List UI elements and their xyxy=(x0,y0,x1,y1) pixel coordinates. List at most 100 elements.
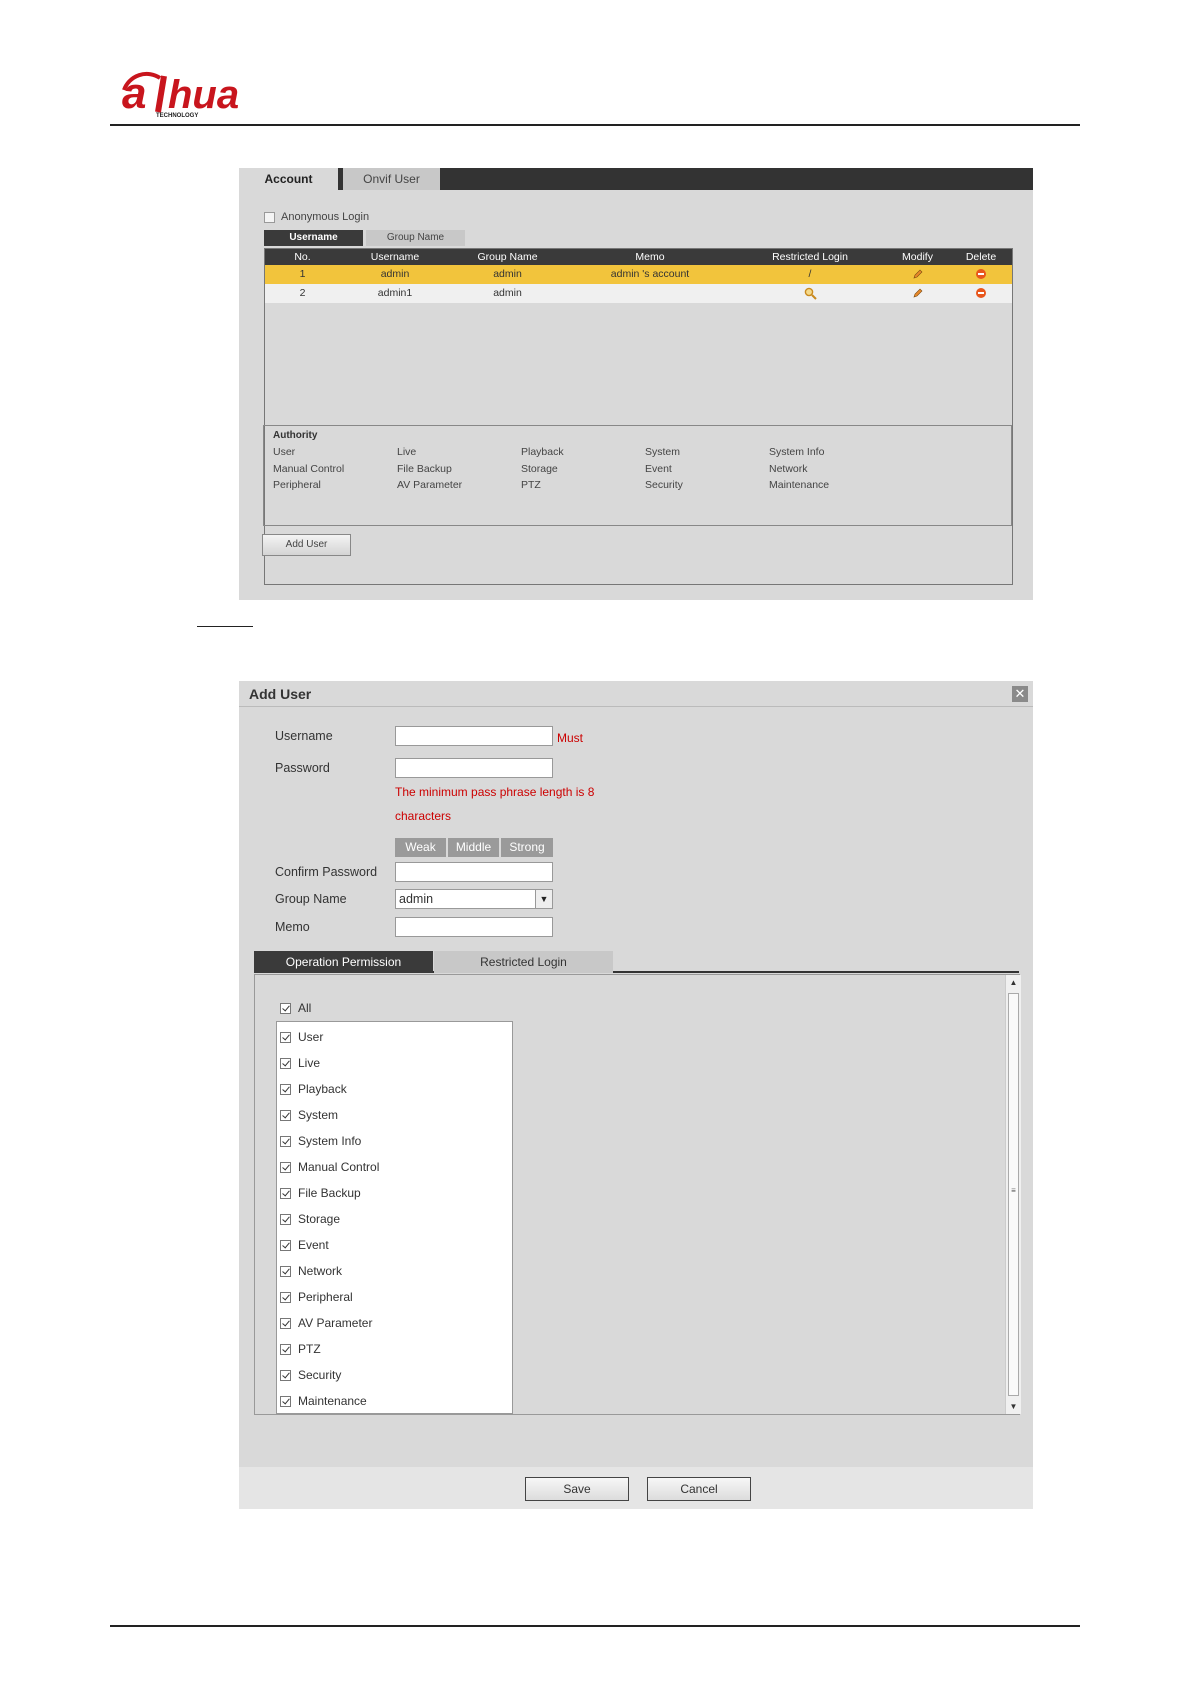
dialog-title: Add User xyxy=(249,686,312,702)
password-label: Password xyxy=(275,761,330,775)
checkbox-checked-icon[interactable] xyxy=(280,1031,291,1043)
authority-item: Playback xyxy=(521,446,564,458)
confirm-password-input[interactable] xyxy=(395,862,553,882)
permission-all-row[interactable]: All xyxy=(280,1001,311,1015)
add-user-button[interactable]: Add User xyxy=(262,534,351,556)
permission-item[interactable]: User xyxy=(280,1030,323,1044)
close-icon[interactable]: ✕ xyxy=(1012,686,1028,702)
cancel-button[interactable]: Cancel xyxy=(647,1477,751,1501)
password-input[interactable] xyxy=(395,758,553,778)
group-name-value: admin xyxy=(399,892,434,906)
permission-item[interactable]: PTZ xyxy=(280,1342,321,1356)
cell-restricted: / xyxy=(808,268,812,280)
anonymous-login-checkbox[interactable] xyxy=(264,211,275,223)
authority-item: AV Parameter xyxy=(397,479,463,491)
delete-icon[interactable] xyxy=(950,265,1012,284)
logo-subtext: TECHNOLOGY xyxy=(156,113,198,119)
permission-label: Security xyxy=(298,1368,342,1382)
permission-item[interactable]: Network xyxy=(280,1264,342,1278)
dropdown-arrow-icon[interactable]: ▼ xyxy=(535,890,552,908)
step-underline xyxy=(197,626,253,627)
tab-operation-permission[interactable]: Operation Permission xyxy=(254,951,433,973)
cell-memo: admin 's account xyxy=(610,268,690,280)
authority-item: System xyxy=(645,446,681,458)
strength-strong: Strong xyxy=(501,838,553,857)
permission-all-label: All xyxy=(298,1001,312,1015)
permission-item[interactable]: Playback xyxy=(280,1082,347,1096)
logo-wordmark: hua xyxy=(168,73,239,117)
magnifier-icon[interactable] xyxy=(735,284,885,303)
table-row[interactable]: 1 admin admin admin 's account / xyxy=(265,265,1012,284)
authority-item: Manual Control xyxy=(273,463,345,475)
checkbox-checked-icon[interactable] xyxy=(280,1083,291,1095)
add-user-dialog: Add User ✕ Username Must Password The mi… xyxy=(239,681,1033,1509)
permission-label: Network xyxy=(298,1264,343,1278)
cell-group: admin xyxy=(493,268,522,280)
permission-area: All User Live Playback System System Info Man… xyxy=(254,974,1021,1415)
permission-item[interactable]: File Backup xyxy=(280,1186,361,1200)
memo-input[interactable] xyxy=(395,917,553,937)
table-row[interactable]: 2 admin1 admin xyxy=(265,284,1012,303)
checkbox-checked-icon[interactable] xyxy=(280,1343,291,1355)
scroll-thumb[interactable]: ≡ xyxy=(1008,993,1019,1396)
permission-item[interactable]: Maintenance xyxy=(280,1394,367,1408)
permission-item[interactable]: Manual Control xyxy=(280,1160,379,1174)
permission-item[interactable]: Security xyxy=(280,1368,341,1382)
strength-weak: Weak xyxy=(395,838,446,857)
checkbox-checked-icon[interactable] xyxy=(280,1317,291,1329)
tab-restricted-login[interactable]: Restricted Login xyxy=(434,951,613,973)
authority-item: PTZ xyxy=(521,479,541,491)
checkbox-checked-icon[interactable] xyxy=(280,1002,291,1014)
save-button[interactable]: Save xyxy=(525,1477,629,1501)
authority-item: Network xyxy=(769,463,808,475)
permission-label: System xyxy=(298,1108,339,1122)
checkbox-checked-icon[interactable] xyxy=(280,1395,291,1407)
header-rule xyxy=(110,124,1080,126)
checkbox-checked-icon[interactable] xyxy=(280,1057,291,1069)
permission-item[interactable]: System Info xyxy=(280,1134,361,1148)
permission-item[interactable]: Peripheral xyxy=(280,1290,353,1304)
checkbox-checked-icon[interactable] xyxy=(280,1135,291,1147)
checkbox-checked-icon[interactable] xyxy=(280,1239,291,1251)
permission-item[interactable]: Event xyxy=(280,1238,329,1252)
header-delete: Delete xyxy=(965,251,997,263)
permission-item[interactable]: AV Parameter xyxy=(280,1316,372,1330)
permission-label: Live xyxy=(298,1056,321,1070)
tab-username[interactable]: Username xyxy=(264,230,363,246)
scroll-down-arrow-icon[interactable]: ▼ xyxy=(1006,1399,1021,1414)
account-tabbar: Account Onvif User xyxy=(239,168,1033,190)
permission-item[interactable]: Live xyxy=(280,1056,320,1070)
tab-account[interactable]: Account xyxy=(239,168,338,190)
checkbox-checked-icon[interactable] xyxy=(280,1291,291,1303)
checkbox-checked-icon[interactable] xyxy=(280,1265,291,1277)
authority-item: Maintenance xyxy=(769,479,830,491)
checkbox-checked-icon[interactable] xyxy=(280,1109,291,1121)
scroll-up-arrow-icon[interactable]: ▲ xyxy=(1006,975,1021,990)
header-group-name: Group Name xyxy=(477,251,538,263)
tab-group-name[interactable]: Group Name xyxy=(366,230,465,246)
dialog-footer: Save Cancel xyxy=(239,1467,1033,1509)
pencil-icon[interactable] xyxy=(885,265,950,284)
permission-label: User xyxy=(298,1030,324,1044)
delete-icon[interactable] xyxy=(950,284,1012,303)
username-input[interactable] xyxy=(395,726,553,746)
checkbox-checked-icon[interactable] xyxy=(280,1369,291,1381)
must-hint: Must xyxy=(557,731,584,745)
password-hint-line2: characters xyxy=(395,809,452,823)
pencil-icon[interactable] xyxy=(885,284,950,303)
permission-item[interactable]: Storage xyxy=(280,1212,340,1226)
group-name-select[interactable]: admin ▼ xyxy=(395,889,553,909)
tab-onvif-user[interactable]: Onvif User xyxy=(343,168,440,190)
permission-tabbar: Operation Permission Restricted Login xyxy=(254,951,1019,973)
password-hint-line1: The minimum pass phrase length is 8 xyxy=(395,785,595,799)
scrollbar[interactable]: ▲ ≡ ▼ xyxy=(1005,975,1021,1414)
authority-item: Security xyxy=(645,479,683,491)
checkbox-checked-icon[interactable] xyxy=(280,1161,291,1173)
checkbox-checked-icon[interactable] xyxy=(280,1187,291,1199)
header-modify: Modify xyxy=(902,251,933,263)
anonymous-login-row[interactable]: Anonymous Login xyxy=(264,210,369,224)
dahua-logo: a hua TECHNOLOGY xyxy=(120,68,260,120)
checkbox-checked-icon[interactable] xyxy=(280,1213,291,1225)
permission-item[interactable]: System xyxy=(280,1108,338,1122)
permission-label: Peripheral xyxy=(298,1290,353,1304)
